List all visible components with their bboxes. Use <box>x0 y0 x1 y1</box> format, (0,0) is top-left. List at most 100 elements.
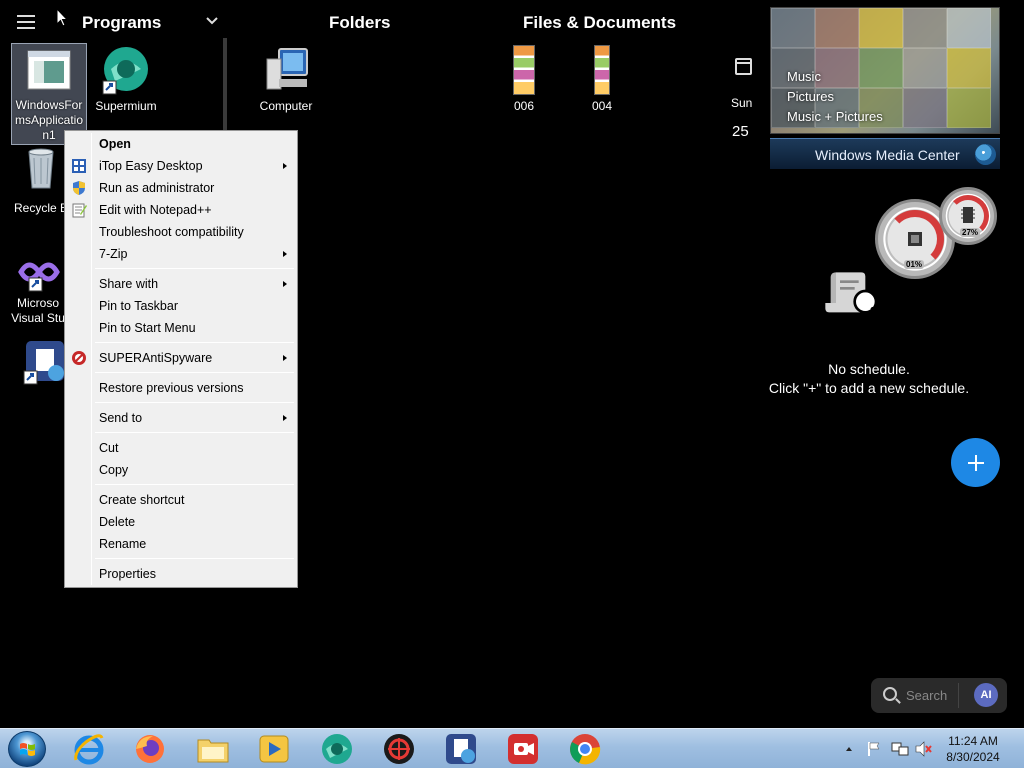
menu-item-restore-previous-versions[interactable]: Restore previous versions <box>67 377 295 399</box>
desktop-icon-supermium[interactable]: Supermium <box>88 45 164 114</box>
capture-tool-icon[interactable] <box>382 732 416 766</box>
menu-separator <box>95 372 294 373</box>
taskbar-clock[interactable]: 11:24 AM 8/30/2024 <box>930 733 1016 765</box>
windows-orb-icon <box>975 144 996 165</box>
desktop-icon-shortcut-app[interactable] <box>22 337 68 389</box>
menu-separator <box>95 432 294 433</box>
clock-time: 11:24 AM <box>948 734 998 748</box>
ai-assistant-button[interactable]: AI <box>974 683 998 707</box>
calendar-icon[interactable] <box>735 58 752 75</box>
firefox-icon[interactable] <box>133 732 167 766</box>
desktop-icon-label: 006 <box>513 99 535 113</box>
menu-item-share-with[interactable]: Share with <box>67 273 295 295</box>
menu-item-cut[interactable]: Cut <box>67 437 295 459</box>
image-thumbnail-icon <box>513 45 535 95</box>
action-center-flag-icon[interactable] <box>867 741 881 757</box>
supermium-icon <box>102 47 148 95</box>
media-center-pictures[interactable]: Pictures <box>787 89 834 104</box>
menu-item-superantispyware[interactable]: SUPERAntiSpyware <box>67 347 295 369</box>
files-documents-header[interactable]: Files & Documents <box>523 13 676 33</box>
menu-separator <box>95 268 294 269</box>
network-icon[interactable] <box>891 741 909 757</box>
menu-item-copy[interactable]: Copy <box>67 459 295 481</box>
start-button[interactable] <box>8 731 46 767</box>
desktop-icon-recycle-bin[interactable]: Recycle B <box>11 146 71 216</box>
menu-item-properties[interactable]: Properties <box>67 563 295 585</box>
desktop-icon-visual-studio[interactable]: Microso Visual Stu <box>8 252 68 326</box>
desktop-icon-004[interactable]: 004 <box>578 45 626 115</box>
chrome-icon[interactable] <box>568 732 602 766</box>
desktop-icon-label: Computer <box>259 99 313 113</box>
menu-item-7-zip[interactable]: 7-Zip <box>67 243 295 265</box>
menu-item-pin-to-start-menu[interactable]: Pin to Start Menu <box>67 317 295 339</box>
menu-item-run-as-administrator[interactable]: Run as administrator <box>67 177 295 199</box>
schedule-search-icon <box>825 272 884 321</box>
menu-item-delete[interactable]: Delete <box>67 511 295 533</box>
context-menu: Open iTop Easy Desktop Run as administra… <box>64 130 298 588</box>
desktop-icon-006[interactable]: 006 <box>500 45 548 115</box>
calendar-day: Sun <box>731 96 753 110</box>
internet-explorer-icon[interactable] <box>72 732 106 766</box>
image-thumbnail-icon <box>594 45 610 95</box>
memory-gauge[interactable]: 27% <box>939 187 997 245</box>
media-center-title-bar[interactable]: Windows Media Center <box>770 138 1000 169</box>
application-window-icon <box>27 50 71 90</box>
menu-separator <box>95 484 294 485</box>
menu-item-edit-with-notepad-plus-plus[interactable]: Edit with Notepad++ <box>67 199 295 221</box>
media-center-title: Windows Media Center <box>815 147 960 163</box>
submenu-arrow-icon <box>283 251 287 257</box>
search-placeholder: Search <box>906 688 948 703</box>
screen-recorder-icon[interactable] <box>506 732 540 766</box>
add-schedule-hint: Click "+" to add a new schedule. <box>768 380 970 396</box>
calendar-date: 25 <box>732 123 749 140</box>
uac-shield-icon <box>73 181 85 195</box>
chevron-down-icon[interactable] <box>205 14 219 28</box>
menu-item-rename[interactable]: Rename <box>67 533 295 555</box>
clock-date: 8/30/2024 <box>946 750 1000 764</box>
cpu-percent: 01% <box>904 260 925 269</box>
file-explorer-icon[interactable] <box>196 732 230 766</box>
memory-percent: 27% <box>960 228 981 237</box>
no-schedule-text: No schedule. <box>828 361 910 377</box>
menu-item-create-shortcut[interactable]: Create shortcut <box>67 489 295 511</box>
remote-desktop-icon[interactable] <box>444 732 478 766</box>
menu-item-pin-to-taskbar[interactable]: Pin to Taskbar <box>67 295 295 317</box>
submenu-arrow-icon <box>283 163 287 169</box>
submenu-arrow-icon <box>283 415 287 421</box>
windows-logo-icon <box>20 743 35 756</box>
desktop-icon-computer[interactable]: Computer <box>248 45 324 114</box>
computer-icon <box>266 48 308 90</box>
desktop-icon-label: Recycle B <box>13 201 69 215</box>
media-center-gadget[interactable]: Music Pictures Music + Pictures <box>770 7 1000 134</box>
memory-chip-icon <box>961 207 975 223</box>
media-player-icon[interactable] <box>257 732 291 766</box>
section-divider <box>223 38 227 130</box>
recycle-bin-icon <box>28 148 54 189</box>
folders-header[interactable]: Folders <box>329 13 390 33</box>
mouse-cursor-icon <box>56 8 68 27</box>
hamburger-menu-icon[interactable] <box>17 15 35 29</box>
menu-separator <box>95 402 294 403</box>
add-schedule-button[interactable] <box>951 438 1000 487</box>
menu-item-troubleshoot-compatibility[interactable]: Troubleshoot compatibility <box>67 221 295 243</box>
submenu-arrow-icon <box>283 355 287 361</box>
shortcut-app-icon <box>23 341 64 385</box>
menu-item-open[interactable]: Open <box>67 133 295 155</box>
cpu-chip-icon <box>908 232 922 246</box>
media-center-music-pictures[interactable]: Music + Pictures <box>787 109 883 124</box>
media-center-music[interactable]: Music <box>787 69 821 84</box>
search-icon <box>883 687 897 701</box>
menu-separator <box>95 342 294 343</box>
menu-separator <box>95 558 294 559</box>
itop-easy-desktop-icon <box>72 159 86 173</box>
submenu-arrow-icon <box>283 281 287 287</box>
notepad-plus-plus-icon <box>72 203 87 218</box>
menu-item-send-to[interactable]: Send to <box>67 407 295 429</box>
menu-item-itop-easy-desktop[interactable]: iTop Easy Desktop <box>67 155 295 177</box>
taskbar: 11:24 AM 8/30/2024 <box>0 728 1024 768</box>
search-widget[interactable]: Search AI <box>871 678 1007 713</box>
show-hidden-icons-icon[interactable] <box>845 745 853 753</box>
supermium-icon[interactable] <box>320 732 354 766</box>
desktop-icon-label: Supermium <box>95 99 157 113</box>
programs-header[interactable]: Programs <box>82 13 161 33</box>
